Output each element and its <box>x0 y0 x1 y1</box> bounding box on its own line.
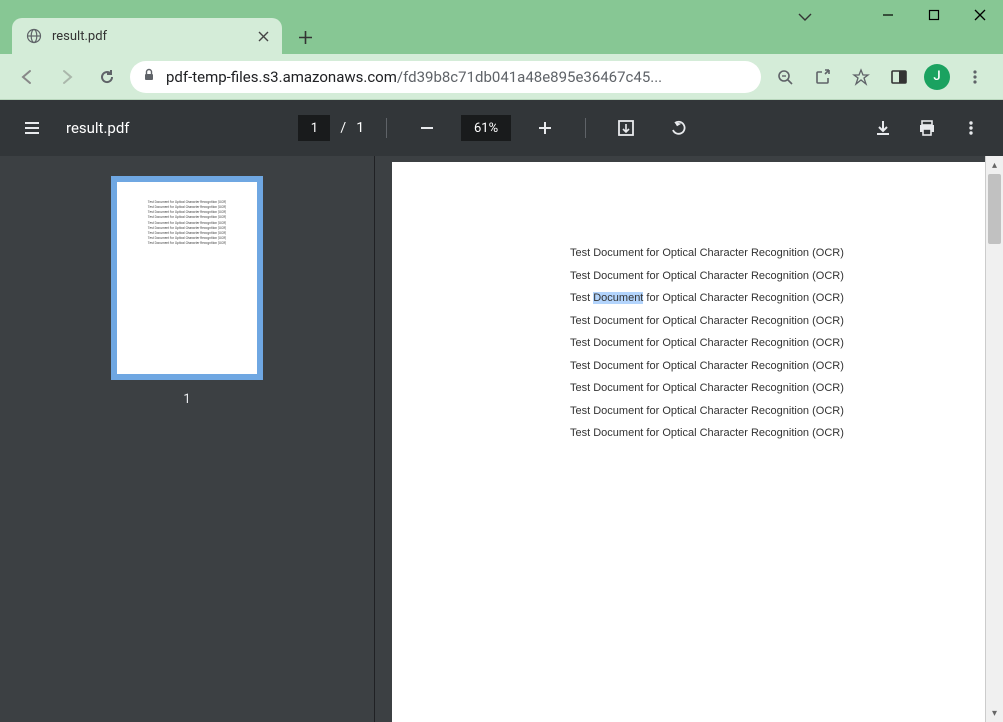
pdf-toolbar: result.pdf 1 / 1 61% <box>0 100 1003 156</box>
thumbnail-panel[interactable]: Test Document for Optical Character Reco… <box>0 156 375 722</box>
download-button[interactable] <box>865 110 901 146</box>
toolbar-actions: J <box>767 60 993 94</box>
bookmark-icon[interactable] <box>843 60 879 94</box>
document-panel[interactable]: Test Document for Optical Character Reco… <box>375 156 1003 722</box>
reload-button[interactable] <box>90 60 124 94</box>
back-button[interactable] <box>10 60 44 94</box>
minimize-button[interactable] <box>865 0 911 30</box>
side-panel-icon[interactable] <box>881 60 917 94</box>
document-text-line[interactable]: Test Document for Optical Character Reco… <box>570 310 936 333</box>
document-text-line[interactable]: Test Document for Optical Character Reco… <box>570 287 936 310</box>
pdf-toolbar-right <box>865 110 989 146</box>
selected-text[interactable]: Document <box>593 292 643 304</box>
scroll-up-icon[interactable]: ▴ <box>986 156 1003 174</box>
pdf-body: Test Document for Optical Character Reco… <box>0 156 1003 722</box>
window-titlebar: result.pdf <box>0 0 1003 54</box>
maximize-button[interactable] <box>911 0 957 30</box>
page-sep: / <box>340 120 346 136</box>
globe-icon <box>26 28 42 44</box>
avatar: J <box>924 64 950 90</box>
pdf-menu-icon[interactable] <box>953 110 989 146</box>
pdf-viewer: result.pdf 1 / 1 61% <box>0 100 1003 722</box>
document-text-line[interactable]: Test Document for Optical Character Reco… <box>570 377 936 400</box>
document-text-line[interactable]: Test Document for Optical Character Reco… <box>570 242 936 265</box>
browser-tab[interactable]: result.pdf <box>12 18 282 54</box>
page-total: 1 <box>356 120 364 136</box>
pdf-page[interactable]: Test Document for Optical Character Reco… <box>392 162 986 722</box>
url-host: pdf-temp-files.s3.amazonaws.com <box>166 68 397 86</box>
page-indicator: 1 / 1 <box>298 115 364 141</box>
document-text-line[interactable]: Test Document for Optical Character Reco… <box>570 265 936 288</box>
url-path: /fd39b8c71db041a48e895e36467c45... <box>397 68 662 86</box>
zoom-out-button[interactable] <box>409 110 445 146</box>
address-bar[interactable]: pdf-temp-files.s3.amazonaws.com/fd39b8c7… <box>130 61 761 93</box>
zoom-in-button[interactable] <box>527 110 563 146</box>
window-controls <box>865 0 1003 30</box>
page-input[interactable]: 1 <box>298 115 330 141</box>
separator <box>386 118 387 138</box>
zoom-level[interactable]: 61% <box>461 115 511 141</box>
document-text-line[interactable]: Test Document for Optical Character Reco… <box>570 355 936 378</box>
url-text: pdf-temp-files.s3.amazonaws.com/fd39b8c7… <box>166 68 662 86</box>
forward-button[interactable] <box>50 60 84 94</box>
document-text-line[interactable]: Test Document for Optical Character Reco… <box>570 332 936 355</box>
zoom-icon[interactable] <box>767 60 803 94</box>
document-text-line[interactable]: Test Document for Optical Character Reco… <box>570 422 936 445</box>
lock-icon <box>142 68 156 86</box>
close-button[interactable] <box>957 0 1003 30</box>
tab-close-icon[interactable] <box>254 27 272 45</box>
pdf-filename: result.pdf <box>66 119 130 137</box>
document-text-line[interactable]: Test Document for Optical Character Reco… <box>570 400 936 423</box>
scroll-track[interactable] <box>986 174 1003 704</box>
thumbnail-text-line: Test Document for Optical Character Reco… <box>148 241 227 246</box>
fit-page-button[interactable] <box>608 110 644 146</box>
tab-title: result.pdf <box>52 29 244 44</box>
profile-button[interactable]: J <box>919 60 955 94</box>
tab-strip: result.pdf <box>0 12 320 54</box>
share-icon[interactable] <box>805 60 841 94</box>
separator <box>585 118 586 138</box>
vertical-scrollbar[interactable]: ▴ ▾ <box>985 156 1003 722</box>
new-tab-button[interactable] <box>290 22 320 52</box>
hamburger-icon[interactable] <box>14 110 50 146</box>
browser-menu-icon[interactable] <box>957 60 993 94</box>
thumbnail-label: 1 <box>183 392 190 407</box>
scroll-down-icon[interactable]: ▾ <box>986 704 1003 722</box>
print-button[interactable] <box>909 110 945 146</box>
page-thumbnail[interactable]: Test Document for Optical Character Reco… <box>111 176 263 380</box>
browser-toolbar: pdf-temp-files.s3.amazonaws.com/fd39b8c7… <box>0 54 1003 100</box>
window-dropdown-icon[interactable] <box>797 8 813 27</box>
scroll-thumb[interactable] <box>988 174 1001 244</box>
rotate-button[interactable] <box>660 110 696 146</box>
